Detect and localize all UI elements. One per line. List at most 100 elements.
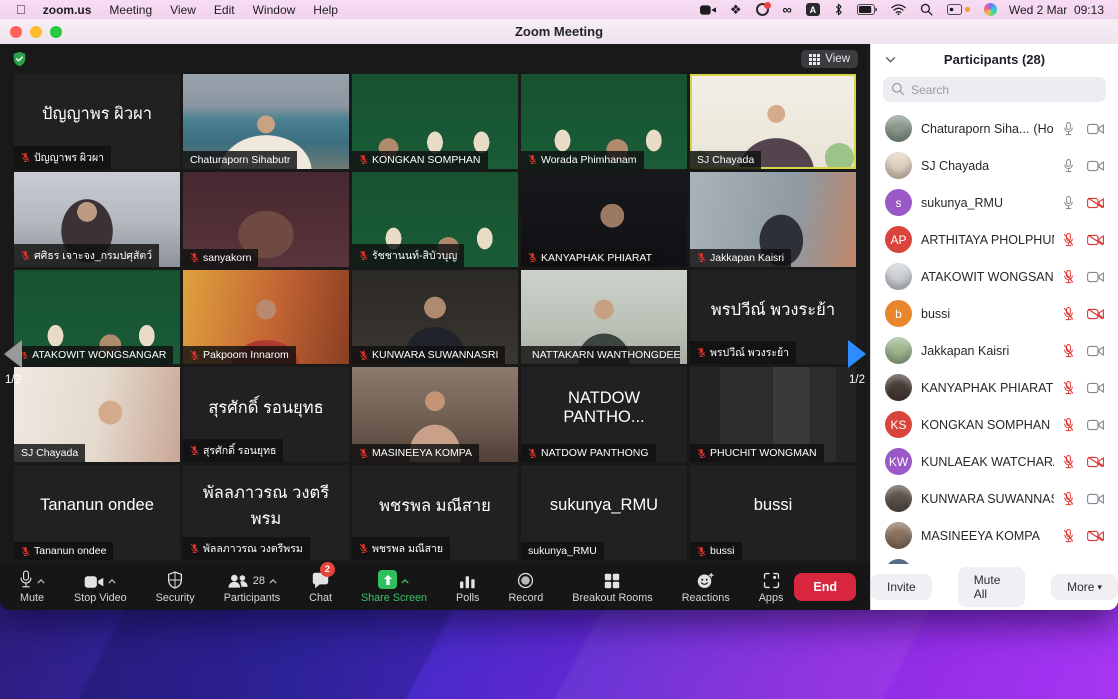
notification-app-icon[interactable] [756,3,769,16]
tile-name-label: bussi [690,542,742,560]
dropbox-icon[interactable]: ❖ [730,3,742,16]
next-page-control[interactable]: 1/2 [848,340,866,386]
video-tile[interactable]: รัชชานนท์-สิบัวบุญ [352,172,518,267]
record-button[interactable]: Record [499,566,552,607]
mute-all-button[interactable]: Mute All [958,567,1025,607]
apple-menu-icon[interactable]:  [16,2,26,17]
apps-button[interactable]: Apps [750,566,793,607]
encryption-shield-icon[interactable] [12,51,27,67]
menu-app-name[interactable]: zoom.us [34,3,101,17]
video-tile[interactable]: พัลลภาวรณ วงตรีพรม พัลลภาวรณ วงตรีพรม [183,465,349,560]
share-options-chevron-icon[interactable] [401,579,409,584]
participant-row[interactable]: KW KUNLAEAK WATCHARAWITT... [871,443,1118,480]
participant-row[interactable]: KANYAPHAK PHIARAT [871,369,1118,406]
stop-video-button[interactable]: Stop Video [65,566,136,607]
participant-name: KUNLAEAK WATCHARAWITT... [921,455,1054,469]
macos-menu-bar:  zoom.us Meeting View Edit Window Help … [0,0,1118,19]
previous-page-arrow-icon[interactable] [4,340,22,368]
video-tile[interactable]: MASINEEYA KOMPA [352,367,518,462]
participant-row[interactable]: KS KONGKAN SOMPHAN [871,406,1118,443]
search-input[interactable] [883,77,1106,102]
video-tile[interactable]: KONGKAN SOMPHAN [352,74,518,169]
spotlight-search-icon[interactable] [920,3,933,16]
participant-row[interactable]: MASINEEYA KOMPA [871,517,1118,554]
participant-row[interactable]: ATAKOWIT WONGSANGAR [871,258,1118,295]
input-source-icon[interactable]: A [806,3,820,16]
participants-chevron-icon[interactable] [269,579,277,584]
breakout-rooms-button[interactable]: Breakout Rooms [563,566,661,607]
tile-name-label: sanyakorn [183,249,258,267]
menu-view[interactable]: View [161,3,205,17]
siri-icon[interactable] [984,3,997,16]
video-tile[interactable]: สุรศักดิ์ รอนยุทธ สุรศักดิ์ รอนยุทธ [183,367,349,462]
security-button[interactable]: Security [147,566,204,607]
video-tile[interactable]: NATTAKARN WANTHONGDEE [521,270,687,365]
participant-row[interactable]: AP ARTHITAYA PHOLPHUMPRA... [871,221,1118,258]
more-button[interactable]: More▾ [1051,574,1118,600]
video-tile[interactable]: Jakkapan Kaisri [690,172,856,267]
menu-edit[interactable]: Edit [205,3,244,17]
wifi-icon[interactable] [891,4,906,15]
participants-button[interactable]: 28 Participants [215,566,289,607]
video-tile[interactable]: sanyakorn [183,172,349,267]
video-app-icon[interactable] [700,4,716,16]
page-indicator-right: 1/2 [849,374,865,386]
menu-window[interactable]: Window [244,3,305,17]
participant-status-icons [1063,196,1104,210]
microphone-icon [19,570,33,589]
participant-mic-icon [1063,418,1074,432]
video-tile[interactable]: SJ Chayada [690,74,856,169]
avatar [885,485,912,512]
video-tile[interactable]: ปัญญาพร ผิวผา ปัญญาพร ผิวผา [14,74,180,169]
video-tile[interactable]: PHUCHIT WONGMAN [690,367,856,462]
video-tile[interactable]: KANYAPHAK PHIARAT [521,172,687,267]
video-tile[interactable]: Tananun ondee Tananun ondee [14,465,180,560]
participant-row[interactable]: KUNWARA SUWANNASRI [871,480,1118,517]
participant-mic-icon [1063,307,1074,321]
bluetooth-icon[interactable] [834,3,843,16]
video-tile[interactable]: bussi bussi [690,465,856,560]
participant-row[interactable]: s sukunya_RMU [871,184,1118,221]
video-tile[interactable]: ศศิธร เจาะจง_กรมปศุสัตว์ [14,172,180,267]
participant-row[interactable]: Chaturaporn Siha...(Host, me) [871,110,1118,147]
polls-button[interactable]: Polls [447,566,488,607]
video-tile[interactable]: Chaturaporn Sihabutr [183,74,349,169]
share-screen-button[interactable]: Share Screen [352,566,436,607]
participants-list[interactable]: Chaturaporn Siha...(Host, me) SJ Chayada [871,108,1118,610]
video-tile[interactable]: พชรพล มณีสาย พชรพล มณีสาย [352,465,518,560]
participant-row[interactable]: Jakkapan Kaisri [871,332,1118,369]
menu-bar-clock[interactable]: Wed 2 Mar 09:13 [1005,3,1108,17]
end-meeting-button[interactable]: End [794,573,856,601]
video-tile[interactable]: พรปวีณ์ พวงระย้า พรปวีณ์ พวงระย้า [690,270,856,365]
collapse-panel-chevron-icon[interactable] [885,56,896,63]
video-options-chevron-icon[interactable] [108,579,116,584]
invite-button[interactable]: Invite [871,574,932,600]
participant-video-icon [1087,271,1104,283]
video-tile[interactable]: ATAKOWIT WONGSANGAR [14,270,180,365]
video-tile[interactable]: Pakpoom Innarom [183,270,349,365]
previous-page-control[interactable]: 1/2 [4,340,22,386]
video-tile[interactable]: NATDOW PANTHO... NATDOW PANTHONG [521,367,687,462]
next-page-arrow-icon[interactable] [848,340,866,368]
breakout-rooms-icon [604,573,620,589]
video-tile[interactable]: sukunya_RMU sukunya_RMU [521,465,687,560]
display-settings-icon[interactable] [947,4,970,15]
menu-help[interactable]: Help [304,3,347,17]
participant-status-icons [1063,344,1104,358]
video-tile[interactable]: SJ Chayada [14,367,180,462]
menu-meeting[interactable]: Meeting [100,3,161,17]
view-button[interactable]: View [801,50,858,68]
polls-label: Polls [456,592,479,604]
video-tile[interactable]: Worada Phimhanam [521,74,687,169]
participant-mic-icon [1063,196,1074,210]
participant-row[interactable]: SJ Chayada [871,147,1118,184]
reactions-button[interactable]: Reactions [673,566,739,607]
mute-button[interactable]: Mute [10,566,54,607]
infinity-app-icon[interactable]: ∞ [783,3,792,16]
chat-button[interactable]: 2 Chat [300,566,341,607]
tile-name-text: รัชชานนท์-สิบัวบุญ [372,247,457,264]
video-tile[interactable]: KUNWARA SUWANNASRI [352,270,518,365]
mute-options-chevron-icon[interactable] [37,579,45,584]
participant-row[interactable]: b bussi [871,295,1118,332]
battery-icon[interactable] [857,4,877,15]
